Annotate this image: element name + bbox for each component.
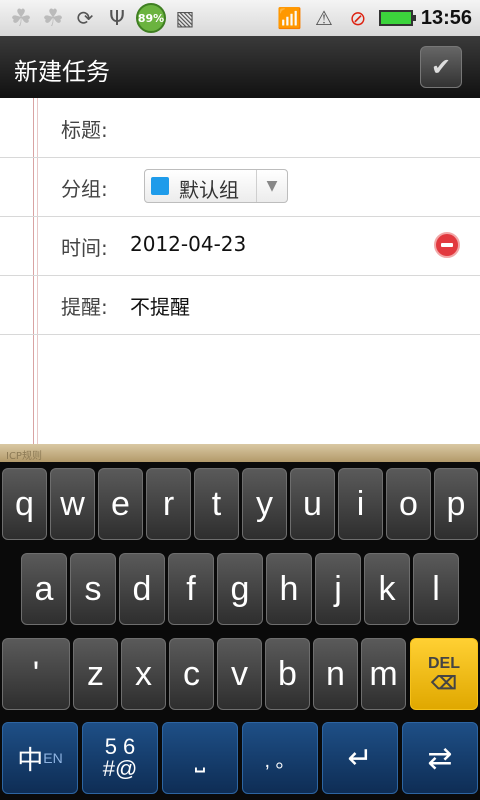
numsym-top: 5 6 xyxy=(104,734,136,759)
key-n[interactable]: n xyxy=(313,638,358,710)
wifi-icon: 📶 xyxy=(277,6,303,30)
key-x[interactable]: x xyxy=(121,638,166,710)
input-mode-key[interactable]: 中 EN xyxy=(2,722,78,794)
space-bar-icon: ⎵ xyxy=(194,742,206,772)
key-a[interactable]: a xyxy=(21,553,67,625)
key-u[interactable]: u xyxy=(290,468,335,540)
key-e[interactable]: e xyxy=(98,468,143,540)
status-bar: ☘ ☘ ⟳ Ψ 89% ▧ 📶 ⚠ ⊘ 13:56 xyxy=(0,0,480,36)
soft-keyboard: q w e r t y u i o p a s d f g h j k l ' … xyxy=(0,462,480,800)
group-label: 分组: xyxy=(61,177,108,201)
delete-key[interactable]: DEL ⌫ xyxy=(410,638,478,710)
key-apostrophe[interactable]: ' xyxy=(2,638,70,710)
enter-icon: ↵ xyxy=(347,741,373,775)
space-key[interactable]: ⎵ xyxy=(162,722,238,794)
title-row[interactable]: 标题: xyxy=(0,98,480,158)
title-label: 标题: xyxy=(61,118,108,142)
key-z[interactable]: z xyxy=(73,638,118,710)
reminder-label: 提醒: xyxy=(61,295,108,319)
checkmark-icon: ✔ xyxy=(430,53,452,81)
key-i[interactable]: i xyxy=(338,468,383,540)
key-g[interactable]: g xyxy=(217,553,263,625)
key-v[interactable]: v xyxy=(217,638,262,710)
gallery-icon: ▧ xyxy=(175,6,195,30)
key-c[interactable]: c xyxy=(169,638,214,710)
punctuation-key[interactable]: , 。 xyxy=(242,722,318,794)
confirm-button[interactable]: ✔ xyxy=(420,46,462,88)
task-form: 标题: 分组: 默认组 ▼ 时间: 2012-04-23 提醒: 不提醒 xyxy=(0,98,480,444)
key-m[interactable]: m xyxy=(361,638,406,710)
sync-icon: ⟳ xyxy=(76,6,94,30)
clock: 13:56 xyxy=(420,6,472,29)
group-color-swatch xyxy=(151,177,169,195)
switch-keyboard-key[interactable]: ⇄ xyxy=(402,722,478,794)
battery-level-badge: 89% xyxy=(136,3,166,33)
key-p[interactable]: p xyxy=(434,468,478,540)
mode-small-label: EN xyxy=(43,750,63,766)
del-label: DEL xyxy=(428,654,460,672)
time-row[interactable]: 时间: 2012-04-23 xyxy=(0,216,480,276)
keyboard-candidate-strip: ICP规则 xyxy=(0,444,480,462)
reminder-row[interactable]: 提醒: 不提醒 xyxy=(0,275,480,335)
key-f[interactable]: f xyxy=(168,553,214,625)
sd-warning-icon: ⚠ xyxy=(314,6,333,30)
key-d[interactable]: d xyxy=(119,553,165,625)
reminder-value: 不提醒 xyxy=(130,295,190,319)
no-signal-icon: ⊘ xyxy=(349,6,367,30)
usb-icon: Ψ xyxy=(109,6,125,30)
time-label: 时间: xyxy=(61,236,108,260)
key-r[interactable]: r xyxy=(146,468,191,540)
key-s[interactable]: s xyxy=(70,553,116,625)
backspace-icon: ⌫ xyxy=(431,672,457,693)
mode-label: 中 xyxy=(17,744,44,775)
key-y[interactable]: y xyxy=(242,468,287,540)
enter-key[interactable]: ↵ xyxy=(322,722,398,794)
dropdown-arrow-icon: ▼ xyxy=(256,170,287,202)
group-row: 分组: 默认组 ▼ xyxy=(0,157,480,217)
clover-upload-icon: ☘ xyxy=(42,4,64,32)
key-j[interactable]: j xyxy=(315,553,361,625)
key-w[interactable]: w xyxy=(50,468,95,540)
key-o[interactable]: o xyxy=(386,468,431,540)
page-title: 新建任务 xyxy=(14,58,110,86)
remove-time-button[interactable] xyxy=(434,232,460,258)
group-dropdown[interactable]: 默认组 ▼ xyxy=(144,169,288,203)
numsym-bottom: #@ xyxy=(102,756,138,781)
key-l[interactable]: l xyxy=(413,553,459,625)
strip-text: ICP规则 xyxy=(6,451,42,462)
clover-notification-icon: ☘ xyxy=(10,4,32,32)
number-symbol-key[interactable]: 5 6 #@ xyxy=(82,722,158,794)
key-h[interactable]: h xyxy=(266,553,312,625)
key-b[interactable]: b xyxy=(265,638,310,710)
switch-icon: ⇄ xyxy=(427,741,453,775)
title-bar: 新建任务 ✔ xyxy=(0,36,480,99)
battery-icon xyxy=(378,10,416,26)
time-value: 2012-04-23 xyxy=(130,232,247,256)
key-k[interactable]: k xyxy=(364,553,410,625)
key-q[interactable]: q xyxy=(2,468,47,540)
group-value: 默认组 xyxy=(179,178,239,202)
key-t[interactable]: t xyxy=(194,468,239,540)
